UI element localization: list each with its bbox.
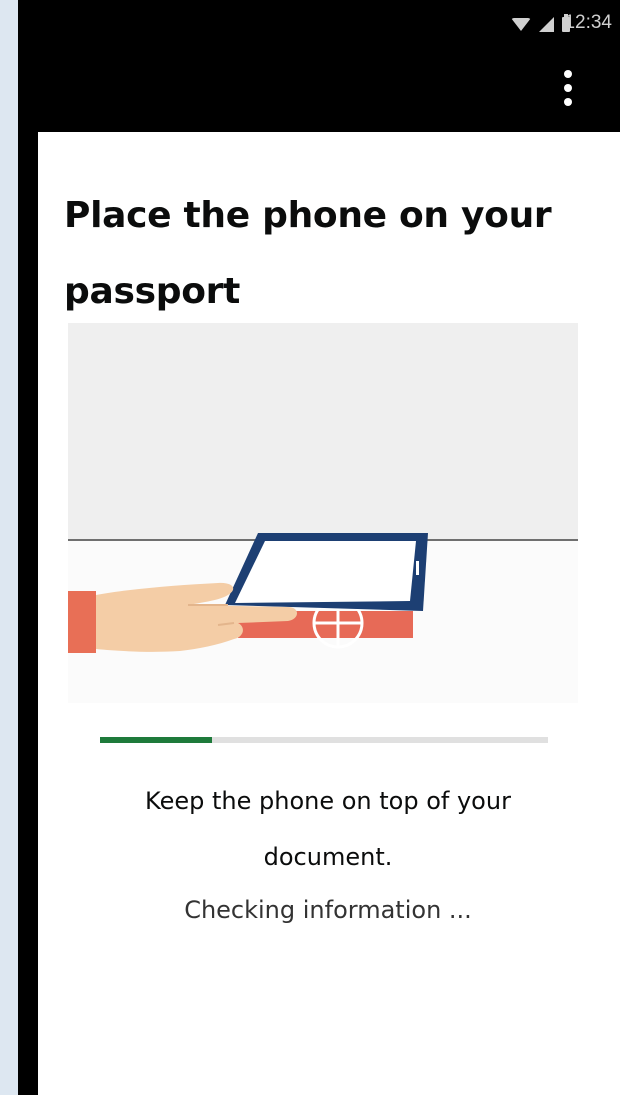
overflow-menu-icon[interactable] — [561, 70, 575, 106]
device-frame: 12:34 Place the phone on your passport K… — [18, 0, 620, 1095]
app-screen: Place the phone on your passport Keep th… — [38, 132, 620, 1095]
illustration-drawing — [68, 533, 428, 653]
signal-icon — [539, 16, 554, 32]
menu-dot — [564, 98, 572, 106]
sleeve — [68, 591, 96, 653]
status-time: 12:34 — [564, 12, 612, 33]
status-text: Checking information ... — [184, 896, 472, 924]
illustration-background — [68, 323, 578, 539]
status-icons — [511, 13, 570, 34]
phone-screen — [235, 541, 416, 603]
wifi-icon — [511, 17, 531, 31]
instruction-text: Keep the phone on top of your document. — [145, 787, 511, 871]
hand-phone-passport-illustration — [68, 323, 578, 703]
status-bar: 12:34 — [18, 0, 620, 48]
scan-progress-bar — [100, 737, 548, 743]
page-title: Place the phone on your passport — [64, 195, 552, 312]
scan-progress-fill — [100, 737, 212, 743]
menu-dot — [564, 84, 572, 92]
menu-dot — [564, 70, 572, 78]
